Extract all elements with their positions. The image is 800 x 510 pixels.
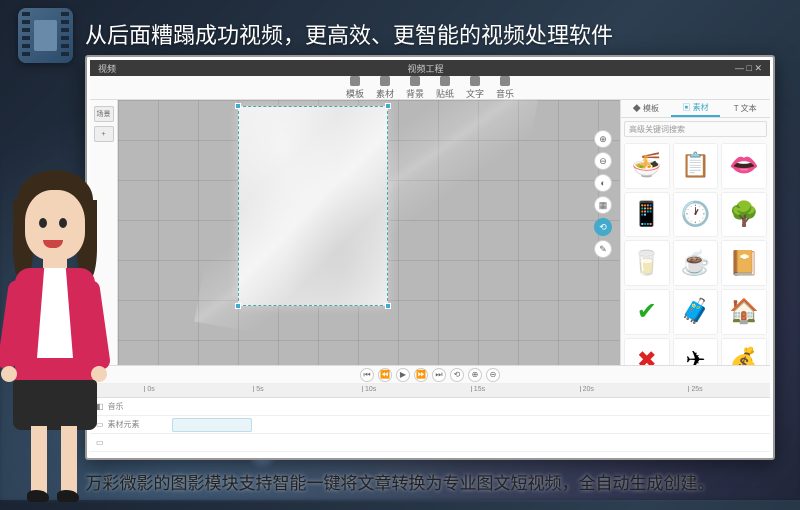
sticker-noodles[interactable]: 🍜 — [624, 143, 670, 189]
title-center: 视频工程 — [116, 62, 735, 75]
play-button[interactable]: ▶ — [396, 368, 410, 382]
app-screenshot: 视频 视频工程 — □ ✕ 模板 素材 背景 贴纸 文字 音乐 场景 + — [85, 55, 775, 460]
scene-thumb[interactable]: 场景 — [94, 106, 114, 122]
tab-templates[interactable]: ◆ 模板 — [621, 100, 671, 117]
edit-button[interactable]: ✎ — [594, 240, 612, 258]
window-controls[interactable]: — □ ✕ — [735, 63, 762, 74]
skip-end-button[interactable]: ⏭ — [432, 368, 446, 382]
sticker-sign[interactable]: 📋 — [673, 143, 719, 189]
sticker-moneybag[interactable]: 💰 — [721, 338, 767, 365]
contrast-button[interactable]: ◐ — [594, 174, 612, 192]
sticker-house[interactable]: 🏠 — [721, 289, 767, 335]
canvas-area[interactable]: ⊕ ⊖ ◐ ▦ ⟲ ✎ — [118, 100, 620, 365]
grid-button[interactable]: ▦ — [594, 196, 612, 214]
film-logo-icon — [18, 8, 73, 63]
canvas-side-tools: ⊕ ⊖ ◐ ▦ ⟲ ✎ — [594, 130, 612, 258]
timeline-track-audio[interactable]: ◧ 音乐 — [90, 398, 770, 416]
timeline-ruler[interactable]: 0s 5s 10s 15s 20s 25s — [90, 384, 770, 398]
headline-text: 从后面糟蹋成功视频，更高效、更智能的视频处理软件 — [85, 18, 780, 50]
canvas-selected-element[interactable] — [238, 106, 388, 306]
rewind-button[interactable]: ⏪ — [378, 368, 392, 382]
assets-panel: ◆ 模板 ▣ 素材 T 文本 高级关键词搜索 🍜 📋 👄 📱 🕐 🌳 🥛 ☕ 📔… — [620, 100, 770, 365]
sticker-notebook[interactable]: 📔 — [721, 240, 767, 286]
zoom-in-button[interactable]: ⊕ — [594, 130, 612, 148]
sticker-lips[interactable]: 👄 — [721, 143, 767, 189]
sticker-check[interactable]: ✔ — [624, 289, 670, 335]
skip-start-button[interactable]: ⏮ — [360, 368, 374, 382]
sticker-phone[interactable]: 📱 — [624, 192, 670, 238]
toolbar-stickers[interactable]: 贴纸 — [436, 76, 454, 100]
sticker-plane[interactable]: ✈ — [673, 338, 719, 365]
main-toolbar: 模板 素材 背景 贴纸 文字 音乐 — [90, 76, 770, 100]
app-titlebar: 视频 视频工程 — □ ✕ — [90, 60, 770, 76]
sticker-tree[interactable]: 🌳 — [721, 192, 767, 238]
asset-search-input[interactable]: 高级关键词搜索 — [624, 121, 767, 137]
forward-button[interactable]: ⏩ — [414, 368, 428, 382]
reset-button[interactable]: ⟲ — [594, 218, 612, 236]
sticker-cup[interactable]: ☕ — [673, 240, 719, 286]
timeline-panel: ⏮ ⏪ ▶ ⏩ ⏭ ⟲ ⊕ ⊖ 0s 5s 10s 15s 20s 25s ◧ — [90, 365, 770, 455]
toolbar-text[interactable]: 文字 — [466, 76, 484, 100]
title-left: 视频 — [98, 62, 116, 75]
tab-assets[interactable]: ▣ 素材 — [671, 100, 721, 117]
timeline-track-empty[interactable]: ▭ — [90, 434, 770, 452]
toolbar-background[interactable]: 背景 — [406, 76, 424, 100]
zoom-out-button[interactable]: ⊖ — [594, 152, 612, 170]
timeline-zoom-in[interactable]: ⊕ — [468, 368, 482, 382]
presenter-avatar — [0, 130, 115, 510]
timeline-track-element[interactable]: ▭ 素材元素 — [90, 416, 770, 434]
sticker-luggage[interactable]: 🧳 — [673, 289, 719, 335]
sticker-milk[interactable]: 🥛 — [624, 240, 670, 286]
toolbar-assets[interactable]: 素材 — [376, 76, 394, 100]
timeline-zoom-out[interactable]: ⊖ — [486, 368, 500, 382]
loop-button[interactable]: ⟲ — [450, 368, 464, 382]
sticker-grid: 🍜 📋 👄 📱 🕐 🌳 🥛 ☕ 📔 ✔ 🧳 🏠 ✖ ✈ 💰 — [621, 140, 770, 365]
timeline-clip[interactable] — [172, 418, 252, 432]
toolbar-music[interactable]: 音乐 — [496, 76, 514, 100]
toolbar-templates[interactable]: 模板 — [346, 76, 364, 100]
caption-text: 万彩微影的图影模块支持智能一键将文章转换为专业图文短视频，全自动生成创建。 — [0, 469, 800, 494]
tab-text[interactable]: T 文本 — [720, 100, 770, 117]
playback-controls: ⏮ ⏪ ▶ ⏩ ⏭ ⟲ ⊕ ⊖ — [90, 366, 770, 384]
sticker-clock[interactable]: 🕐 — [673, 192, 719, 238]
sticker-cross[interactable]: ✖ — [624, 338, 670, 365]
